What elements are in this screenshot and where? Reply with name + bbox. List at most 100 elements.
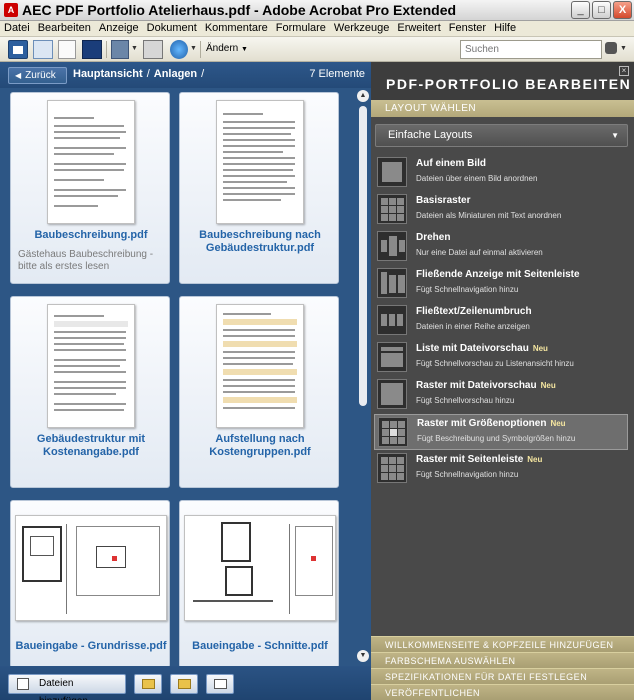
preview-view-icon[interactable] <box>82 40 102 59</box>
panel-title: PDF-PORTFOLIO BEARBEITEN <box>386 76 632 92</box>
layout-option[interactable]: Auf einem Bild Dateien über einem Bild a… <box>374 155 628 191</box>
layout-option[interactable]: Raster mit Seitenleiste Neu Fügt Schnelln… <box>374 451 628 487</box>
revolve-layout-icon <box>377 231 407 261</box>
pdf-thumbnail <box>216 100 304 224</box>
layout-view-icon[interactable] <box>33 40 53 59</box>
menu-hilfe[interactable]: Hilfe <box>490 21 520 34</box>
file-name[interactable]: Baueingabe - Schnitte.pdf <box>180 640 340 653</box>
minimize-button[interactable]: _ <box>571 1 590 19</box>
layout-name: Basisraster <box>416 195 471 206</box>
breadcrumb: Hauptansicht / Anlagen / <box>73 68 208 80</box>
folder-icon[interactable] <box>170 674 198 694</box>
save-dropdown-arrow[interactable]: ▼ <box>131 45 138 52</box>
layout-description: Dateien in einer Reihe anzeigen <box>416 322 530 331</box>
layout-category-value: Einfache Layouts <box>388 129 473 141</box>
back-arrow-icon: ◀ <box>15 71 22 80</box>
menu-anzeige[interactable]: Anzeige <box>95 21 143 34</box>
toolbar-divider <box>200 41 201 58</box>
add-files-label: Dateien hinzufügen <box>39 678 88 700</box>
toolbar: ▼ ▼ Ändern ▼ ▼ <box>0 37 634 62</box>
drawing-thumbnail <box>15 515 167 621</box>
layout-description: Fügt Schnellvorschau zu Listenansicht hi… <box>416 359 574 368</box>
window-title: AEC PDF Portfolio Atelierhaus.pdf - Adob… <box>22 2 457 18</box>
add-files-button[interactable]: Dateien hinzufügen <box>8 674 126 700</box>
layout-description: Fügt Beschreibung und Symbolgrößen hinzu <box>417 434 576 443</box>
section-layout[interactable]: LAYOUT WÄHLEN <box>371 100 634 117</box>
layout-description: Dateien über einem Bild anordnen <box>416 174 538 183</box>
home-view-icon[interactable] <box>8 40 28 59</box>
save-icon[interactable] <box>111 40 129 59</box>
linear-layout-icon <box>377 305 407 335</box>
menu-bearbeiten[interactable]: Bearbeiten <box>34 21 95 34</box>
file-card[interactable]: Gebäudestruktur mit Kostenangabe.pdf <box>10 296 170 488</box>
share-dropdown-arrow[interactable]: ▼ <box>190 45 197 52</box>
andern-menu-button[interactable]: Ändern ▼ <box>206 43 248 54</box>
add-file-icon <box>17 678 29 690</box>
pdf-thumbnail <box>47 304 135 428</box>
menu-fenster[interactable]: Fenster <box>445 21 490 34</box>
drawing-thumbnail <box>184 515 336 621</box>
layout-name: Raster mit Größenoptionen Neu <box>417 418 566 429</box>
layout-description: Dateien als Miniaturen mit Text anordnen <box>416 211 562 220</box>
close-panel-icon[interactable]: × <box>619 66 629 76</box>
vertical-scrollbar[interactable]: ▲ ▼ <box>356 88 371 666</box>
layout-option[interactable]: Fließende Anzeige mit Seitenleiste Fügt … <box>374 266 628 302</box>
layout-name: Auf einem Bild <box>416 158 487 169</box>
layout-option[interactable]: Liste mit Dateivorschau Neu Fügt Schnellv… <box>374 340 628 376</box>
share-globe-icon[interactable] <box>170 40 188 59</box>
binoculars-icon[interactable] <box>605 42 617 54</box>
layout-description: Nur eine Datei auf einmal aktivieren <box>416 248 543 257</box>
andern-dropdown-arrow: ▼ <box>241 46 248 53</box>
breadcrumb-folder[interactable]: Anlagen <box>154 68 197 80</box>
section-color-scheme[interactable]: FARBSCHEMA AUSWÄHLEN <box>371 652 634 668</box>
file-name[interactable]: Aufstellung nach Kostengruppen.pdf <box>180 433 340 459</box>
list-preview-layout-icon <box>377 342 407 372</box>
list-details-icon[interactable] <box>206 674 234 694</box>
breadcrumb-separator: / <box>201 68 205 80</box>
section-file-details[interactable]: SPEZIFIKATIONEN FÜR DATEI FESTLEGEN <box>371 668 634 684</box>
print-icon[interactable] <box>143 40 163 59</box>
breadcrumb-root[interactable]: Hauptansicht <box>73 68 143 80</box>
file-card[interactable]: Baueingabe - Schnitte.pdf <box>179 500 339 666</box>
andern-label: Ändern <box>206 43 239 54</box>
layout-option-selected[interactable]: Raster mit Größenoptionen Neu Fügt Beschr… <box>374 414 628 450</box>
maximize-button[interactable]: □ <box>592 1 611 19</box>
back-button[interactable]: ◀ Zurück <box>8 67 67 84</box>
file-description: Gästehaus Baubeschreibung - bitte als er… <box>18 249 154 272</box>
scroll-up-icon[interactable]: ▲ <box>357 90 369 102</box>
menu-datei[interactable]: Datei <box>0 21 34 34</box>
panel-header: PDF-PORTFOLIO BEARBEITEN × <box>371 62 634 100</box>
file-name[interactable]: Gebäudestruktur mit Kostenangabe.pdf <box>11 433 171 459</box>
layout-option[interactable]: Basisraster Dateien als Miniaturen mit T… <box>374 192 628 228</box>
file-view-icon[interactable] <box>58 40 76 59</box>
menu-werkzeuge[interactable]: Werkzeuge <box>330 21 393 34</box>
file-name[interactable]: Baubeschreibung.pdf <box>11 229 171 242</box>
file-card[interactable]: Baubeschreibung.pdf Gästehaus Baubeschre… <box>10 92 170 284</box>
file-name[interactable]: Baubeschreibung nach Gebäudestruktur.pdf <box>180 229 340 255</box>
file-name[interactable]: Baueingabe - Grundrisse.pdf <box>11 640 171 653</box>
menu-erweitert[interactable]: Erweitert <box>393 21 444 34</box>
layout-option[interactable]: Raster mit Dateivorschau Neu Fügt Schnell… <box>374 377 628 413</box>
menu-dokument[interactable]: Dokument <box>143 21 201 34</box>
file-card[interactable]: Aufstellung nach Kostengruppen.pdf <box>179 296 339 488</box>
portfolio-file-pane: ◀ Zurück Hauptansicht / Anlagen/ 7 Elemente… <box>0 62 371 700</box>
freeform-sidebar-layout-icon <box>377 268 407 298</box>
menu-kommentare[interactable]: Kommentare <box>201 21 272 34</box>
file-card[interactable]: Baueingabe - Grundrisse.pdf <box>10 500 170 666</box>
menu-formulare[interactable]: Formulare <box>272 21 330 34</box>
layout-option[interactable]: Drehen Nur eine Datei auf einmal aktivie… <box>374 229 628 265</box>
scroll-down-icon[interactable]: ▼ <box>357 650 369 662</box>
layout-option[interactable]: Fließtext/Zeilenumbruch Dateien in einer… <box>374 303 628 339</box>
scroll-thumb[interactable] <box>359 106 367 406</box>
search-dropdown-arrow[interactable]: ▼ <box>620 45 627 52</box>
layout-category-select[interactable]: Einfache Layouts ▼ <box>375 124 628 147</box>
search-input[interactable] <box>460 40 602 59</box>
layout-name: Fließtext/Zeilenumbruch <box>416 306 532 317</box>
add-folder-icon[interactable] <box>134 674 162 694</box>
close-window-button[interactable]: X <box>613 1 632 19</box>
file-card[interactable]: Baubeschreibung nach Gebäudestruktur.pdf <box>179 92 339 284</box>
layout-description: Fügt Schnellvorschau hinzu <box>416 396 515 405</box>
layout-name: Raster mit Seitenleiste Neu <box>416 454 543 465</box>
section-publish[interactable]: VERÖFFENTLICHEN <box>371 684 634 700</box>
section-welcome-header[interactable]: WILLKOMMENSEITE & KOPFZEILE HINZUFÜGEN <box>371 636 634 652</box>
